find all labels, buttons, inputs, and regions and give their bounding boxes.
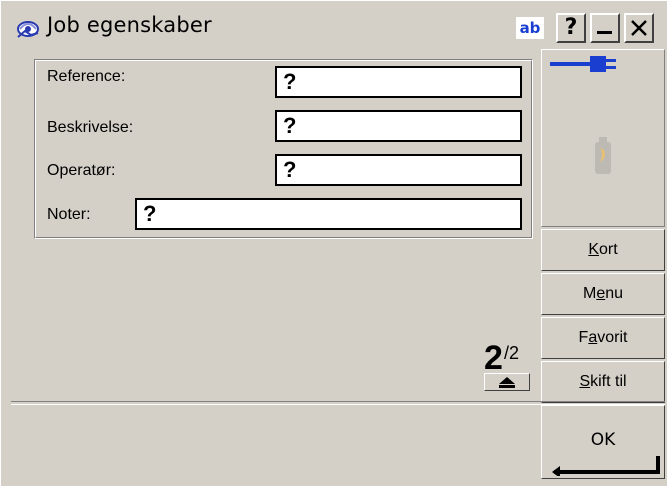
page-up-button[interactable]	[484, 373, 530, 391]
help-button[interactable]: ?	[556, 13, 586, 43]
description-field[interactable]: ?	[275, 110, 522, 142]
status-panel	[541, 49, 665, 227]
page-total: /2	[504, 343, 520, 363]
minimize-button[interactable]	[590, 13, 620, 43]
reference-label: Reference:	[47, 68, 126, 85]
enter-key-icon	[552, 456, 660, 476]
ok-button[interactable]: OK	[541, 405, 665, 479]
reference-field[interactable]: ?	[275, 66, 522, 98]
switch-to-button[interactable]: Skift til	[541, 361, 665, 403]
window: Job egenskaber ab ? Reference: ? Beskriv…	[0, 0, 668, 487]
description-label: Beskrivelse:	[47, 119, 134, 136]
minimize-icon	[597, 31, 612, 34]
page-up-icon	[499, 377, 515, 388]
input-mode-indicator[interactable]: ab	[516, 17, 544, 39]
map-button[interactable]: Kort	[541, 229, 665, 271]
favorite-button[interactable]: Favorit	[541, 317, 665, 359]
close-button[interactable]	[624, 13, 654, 43]
receiver-icon	[17, 21, 39, 38]
power-plug-icon	[550, 56, 616, 72]
operator-field[interactable]: ?	[275, 154, 522, 186]
notes-field[interactable]: ?	[135, 198, 522, 230]
ok-label: OK	[590, 430, 616, 450]
operator-label: Operatør:	[47, 162, 116, 179]
close-icon	[631, 20, 647, 36]
window-title: Job egenskaber	[47, 13, 212, 37]
notes-label: Noter:	[47, 206, 91, 223]
battery-icon	[595, 137, 611, 174]
page-indicator: 2 /2	[484, 337, 532, 393]
menu-button[interactable]: Menu	[541, 273, 665, 315]
